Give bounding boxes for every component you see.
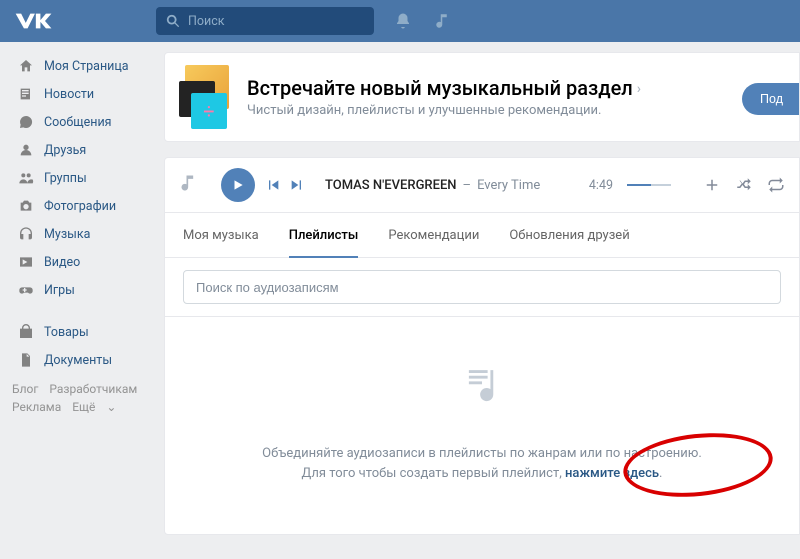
- audio-search-input[interactable]: [183, 270, 781, 304]
- track-title: Every Time: [477, 178, 540, 193]
- empty-line1: Объединяйте аудиозаписи в плейлисты по ж…: [183, 444, 781, 464]
- create-playlist-link[interactable]: нажмите здесь: [565, 466, 659, 481]
- footer-dev[interactable]: Разработчикам: [49, 382, 137, 396]
- music-banner: ÷ Встречайте новый музыкальный раздел› Ч…: [165, 53, 799, 141]
- search-box[interactable]: Поиск: [156, 7, 374, 35]
- empty-line2: Для того чтобы создать первый плейлист, …: [183, 464, 781, 484]
- volume-slider[interactable]: [627, 184, 671, 186]
- newspaper-icon: [16, 86, 36, 102]
- vk-logo[interactable]: [12, 10, 56, 32]
- sidebar-item-label: Игры: [44, 283, 75, 298]
- playlists-empty-state: Объединяйте аудиозаписи в плейлисты по ж…: [165, 317, 799, 534]
- topbar: Поиск: [0, 0, 800, 42]
- sidebar-item-label: Группы: [44, 171, 87, 186]
- repeat-icon[interactable]: [767, 176, 785, 194]
- sidebar-item-label: Фотографии: [44, 199, 116, 214]
- footer-more[interactable]: Ещё ⌄: [72, 400, 124, 414]
- tab-friends-updates[interactable]: Обновления друзей: [509, 213, 629, 258]
- track-duration: 4:49: [589, 178, 613, 193]
- music-note-icon: [179, 173, 203, 197]
- sidebar: Моя Страница Новости Сообщения Друзья Гр…: [0, 42, 164, 550]
- main: ÷ Встречайте новый музыкальный раздел› Ч…: [164, 42, 800, 550]
- sidebar-item-messages[interactable]: Сообщения: [12, 108, 164, 136]
- cta-button[interactable]: Под: [742, 83, 799, 115]
- notifications-icon[interactable]: [394, 12, 412, 30]
- page: Моя Страница Новости Сообщения Друзья Гр…: [0, 42, 800, 550]
- footer-blog[interactable]: Блог: [12, 382, 38, 396]
- document-icon: [16, 352, 36, 368]
- sidebar-item-games[interactable]: Игры: [12, 276, 164, 304]
- music-tabs: Моя музыка Плейлисты Рекомендации Обновл…: [165, 213, 799, 258]
- search-icon: [166, 14, 180, 28]
- sidebar-item-label: Видео: [44, 255, 80, 270]
- users-icon: [16, 170, 36, 186]
- music-card: TOMAS N'EVERGREEN – Every Time 4:49 Моя …: [164, 157, 800, 535]
- bag-icon: [16, 324, 36, 340]
- next-button[interactable]: [289, 177, 305, 193]
- sidebar-item-label: Новости: [44, 87, 94, 102]
- chevron-down-icon: ⌄: [106, 400, 116, 414]
- sidebar-item-groups[interactable]: Группы: [12, 164, 164, 192]
- audio-search-row: [165, 258, 799, 317]
- sidebar-item-label: Музыка: [44, 227, 90, 242]
- tab-playlists[interactable]: Плейлисты: [289, 213, 359, 258]
- sidebar-item-news[interactable]: Новости: [12, 80, 164, 108]
- sidebar-item-market[interactable]: Товары: [12, 318, 164, 346]
- prev-button[interactable]: [265, 177, 281, 193]
- sidebar-item-friends[interactable]: Друзья: [12, 136, 164, 164]
- sidebar-item-label: Сообщения: [44, 115, 112, 130]
- footer-ads[interactable]: Реклама: [12, 400, 61, 414]
- sidebar-item-label: Товары: [44, 325, 89, 340]
- tab-my-music[interactable]: Моя музыка: [183, 213, 259, 258]
- add-icon[interactable]: [703, 176, 721, 194]
- home-icon: [16, 58, 36, 74]
- audio-player: TOMAS N'EVERGREEN – Every Time 4:49: [165, 158, 799, 213]
- track-artist: TOMAS N'EVERGREEN: [325, 178, 457, 193]
- music-icon[interactable]: [434, 12, 452, 30]
- camera-icon: [16, 198, 36, 214]
- playlist-note-icon: [452, 357, 512, 417]
- sidebar-item-label: Документы: [44, 353, 112, 368]
- gamepad-icon: [16, 282, 36, 298]
- sidebar-footer: Блог Разработчикам Реклама Ещё ⌄: [12, 380, 164, 416]
- sidebar-item-music[interactable]: Музыка: [12, 220, 164, 248]
- sidebar-item-profile[interactable]: Моя Страница: [12, 52, 164, 80]
- sidebar-item-docs[interactable]: Документы: [12, 346, 164, 374]
- banner-album-art: ÷: [179, 65, 235, 129]
- tab-recommendations[interactable]: Рекомендации: [388, 213, 479, 258]
- user-icon: [16, 142, 36, 158]
- banner-title[interactable]: Встречайте новый музыкальный раздел›: [247, 76, 641, 100]
- headphone-icon: [16, 226, 36, 242]
- play-button[interactable]: [221, 168, 255, 202]
- chat-icon: [16, 114, 36, 130]
- top-icons: [394, 12, 452, 30]
- sidebar-item-video[interactable]: Видео: [12, 248, 164, 276]
- search-placeholder: Поиск: [188, 14, 225, 29]
- banner-card: ÷ Встречайте новый музыкальный раздел› Ч…: [164, 52, 800, 142]
- banner-subtitle: Чистый дизайн, плейлисты и улучшенные ре…: [247, 103, 641, 118]
- now-playing: TOMAS N'EVERGREEN – Every Time: [325, 178, 589, 193]
- sidebar-item-label: Друзья: [44, 143, 86, 158]
- video-icon: [16, 254, 36, 270]
- chevron-right-icon: ›: [637, 81, 641, 97]
- sidebar-item-label: Моя Страница: [44, 59, 129, 74]
- sidebar-item-photos[interactable]: Фотографии: [12, 192, 164, 220]
- shuffle-icon[interactable]: [735, 176, 753, 194]
